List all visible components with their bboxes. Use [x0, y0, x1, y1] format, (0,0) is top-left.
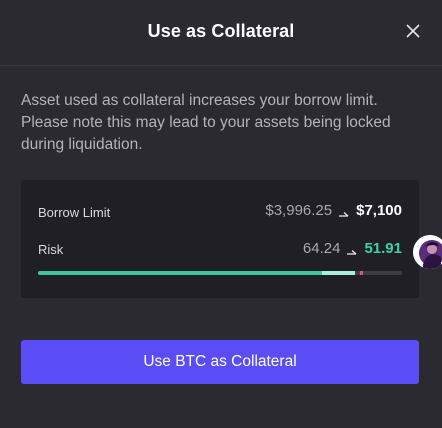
- collateral-info-card: Borrow Limit $3,996.25 $7,100 Risk 64.24…: [21, 180, 419, 298]
- borrow-limit-current: $3,996.25: [265, 202, 333, 219]
- close-icon[interactable]: [404, 22, 422, 40]
- collateral-modal: Use as Collateral Asset used as collater…: [0, 0, 442, 428]
- risk-label: Risk: [38, 242, 64, 257]
- risk-progress-bar: [38, 271, 402, 275]
- arrow-right-icon: [338, 206, 350, 217]
- risk-current: 64.24: [302, 240, 341, 257]
- borrow-limit-new: $7,100: [356, 202, 402, 219]
- borrow-limit-values: $3,996.25 $7,100: [265, 202, 402, 219]
- use-as-collateral-button[interactable]: Use BTC as Collateral: [21, 340, 419, 384]
- modal-description: Asset used as collateral increases your …: [21, 92, 391, 153]
- risk-values: 64.24 51.91: [303, 240, 402, 257]
- avatar[interactable]: [413, 235, 442, 269]
- risk-threshold-marker: [360, 271, 364, 275]
- risk-bar-current-fill: [321, 271, 355, 275]
- risk-new: 51.91: [364, 240, 402, 257]
- modal-title: Use as Collateral: [147, 21, 295, 41]
- borrow-limit-label: Borrow Limit: [38, 205, 111, 220]
- arrow-right-icon: [346, 244, 358, 255]
- risk-bar-new-fill: [38, 271, 322, 275]
- modal-header: Use as Collateral: [0, 0, 442, 66]
